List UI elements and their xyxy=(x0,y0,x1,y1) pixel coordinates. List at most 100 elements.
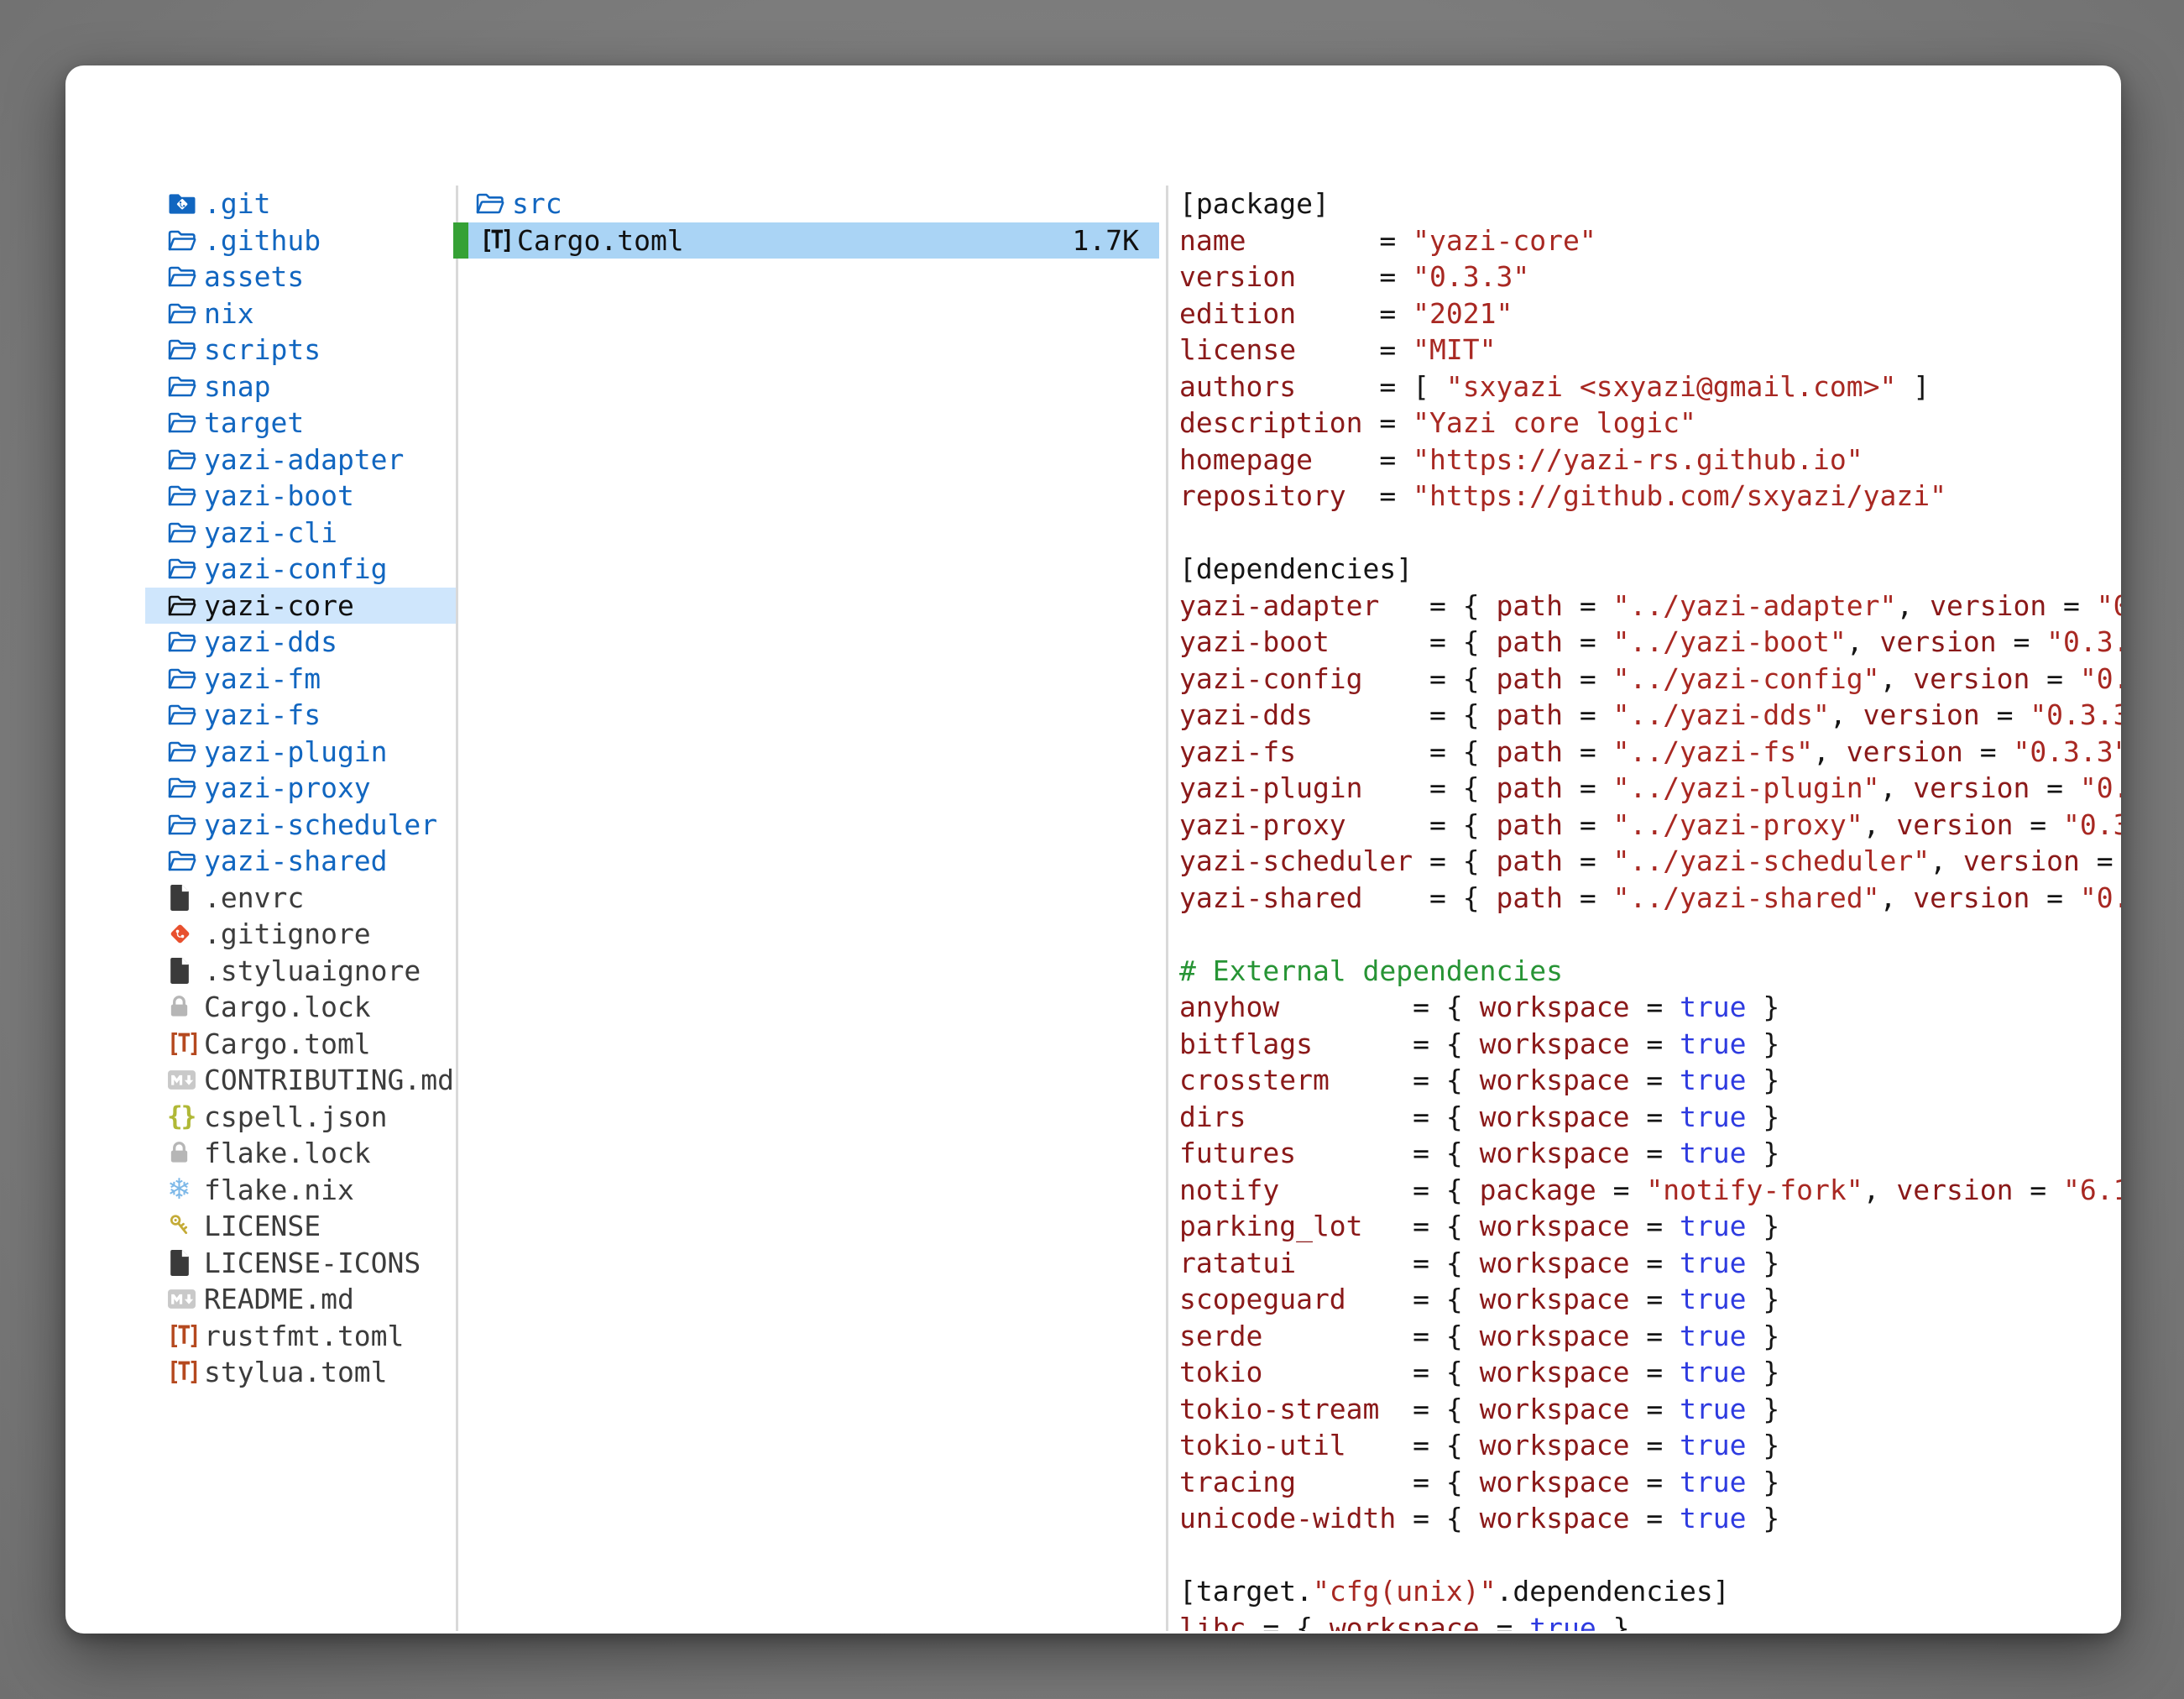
entry-name: yazi-cli xyxy=(204,515,337,552)
lock-icon xyxy=(167,994,204,1020)
preview-line: yazi-boot = { path = "../yazi-boot", ver… xyxy=(1179,624,2121,661)
file-row[interactable]: LICENSE-ICONS xyxy=(145,1245,457,1282)
preview-line: yazi-scheduler = { path = "../yazi-sched… xyxy=(1179,843,2121,880)
preview-line: bitflags = { workspace = true } xyxy=(1179,1026,2121,1063)
dir-row[interactable]: yazi-fs xyxy=(145,697,457,734)
dir-row[interactable]: yazi-core xyxy=(145,588,457,625)
entry-name: CONTRIBUTING.md xyxy=(204,1062,454,1099)
folder-icon xyxy=(167,556,204,582)
json-icon: {} xyxy=(167,1099,204,1136)
entry-name: yazi-boot xyxy=(204,478,354,515)
preview-line: scopeguard = { workspace = true } xyxy=(1179,1281,2121,1318)
preview-line: tokio-stream = { workspace = true } xyxy=(1179,1391,2121,1428)
preview-pane[interactable]: [package]name = "yazi-core"version = "0.… xyxy=(1179,186,2121,1631)
entry-name: src xyxy=(512,186,562,222)
dir-row[interactable]: scripts xyxy=(145,332,457,369)
preview-line: futures = { workspace = true } xyxy=(1179,1135,2121,1172)
git-folder-icon xyxy=(167,191,204,217)
preview-line: # External dependencies xyxy=(1179,953,2121,990)
folder-icon xyxy=(167,301,204,327)
file-row[interactable]: ❄flake.nix xyxy=(145,1172,457,1209)
preview-line: crossterm = { workspace = true } xyxy=(1179,1062,2121,1099)
file-row[interactable]: .styluaignore xyxy=(145,953,457,990)
preview-line: [target."cfg(unix)".dependencies] xyxy=(1179,1573,2121,1610)
entry-name: .git xyxy=(204,186,270,222)
dir-row[interactable]: yazi-boot xyxy=(145,478,457,515)
preview-line: name = "yazi-core" xyxy=(1179,222,2121,259)
pane-divider-right xyxy=(1166,186,1168,1631)
entry-name: rustfmt.toml xyxy=(204,1318,404,1355)
dir-row[interactable]: yazi-config xyxy=(145,551,457,588)
folder-icon xyxy=(167,702,204,728)
file-row[interactable]: LICENSE xyxy=(145,1208,457,1245)
dir-row[interactable]: yazi-shared xyxy=(145,843,457,880)
file-row[interactable]: Cargo.lock xyxy=(145,989,457,1026)
preview-line: [package] xyxy=(1179,186,2121,222)
entry-name: .github xyxy=(204,222,321,259)
dir-row[interactable]: yazi-dds xyxy=(145,624,457,661)
file-icon xyxy=(167,884,204,912)
toml-icon: [T] xyxy=(167,1354,204,1391)
preview-line: ratatui = { workspace = true } xyxy=(1179,1245,2121,1282)
dir-row[interactable]: nix xyxy=(145,295,457,332)
entry-name: Cargo.toml xyxy=(517,222,684,259)
dir-row[interactable]: .git xyxy=(145,186,457,222)
entry-name: LICENSE xyxy=(204,1208,321,1245)
preview-line: parking_lot = { workspace = true } xyxy=(1179,1208,2121,1245)
dir-row[interactable]: yazi-plugin xyxy=(145,734,457,771)
yazi-file-manager-window: .git.githubassetsnixscriptssnaptargetyaz… xyxy=(65,65,2121,1634)
toml-icon: [T] xyxy=(480,222,517,259)
entry-name: assets xyxy=(204,259,304,295)
folder-icon xyxy=(167,374,204,400)
preview-line: edition = "2021" xyxy=(1179,295,2121,332)
dir-row[interactable]: yazi-fm xyxy=(145,661,457,698)
folder-icon xyxy=(167,410,204,436)
preview-line: description = "Yazi core logic" xyxy=(1179,405,2121,442)
toml-icon: [T] xyxy=(167,1026,204,1063)
entry-name: yazi-fs xyxy=(204,697,321,734)
git-icon xyxy=(167,921,204,947)
markdown-icon xyxy=(167,1069,204,1090)
dir-row[interactable]: yazi-cli xyxy=(145,515,457,552)
file-row[interactable]: [T]stylua.toml xyxy=(145,1354,457,1391)
folder-icon xyxy=(167,666,204,692)
preview-line: yazi-dds = { path = "../yazi-dds", versi… xyxy=(1179,697,2121,734)
preview-line: tracing = { workspace = true } xyxy=(1179,1464,2121,1501)
entry-name: LICENSE-ICONS xyxy=(204,1245,421,1282)
folder-icon xyxy=(475,191,512,217)
file-row[interactable]: .gitignore xyxy=(145,916,457,953)
entry-name: .gitignore xyxy=(204,916,371,953)
file-row[interactable]: .envrc xyxy=(145,880,457,917)
file-row[interactable]: [T]Cargo.toml1.7K xyxy=(453,222,1159,259)
preview-line: [dependencies] xyxy=(1179,551,2121,588)
file-row[interactable]: [T]rustfmt.toml xyxy=(145,1318,457,1355)
folder-icon xyxy=(167,848,204,874)
entry-name: README.md xyxy=(204,1281,354,1318)
file-row[interactable]: {}cspell.json xyxy=(145,1099,457,1136)
dir-row[interactable]: .github xyxy=(145,222,457,259)
current-pane: src[T]Cargo.toml1.7K xyxy=(453,186,1159,1631)
folder-icon xyxy=(167,264,204,290)
file-row[interactable]: flake.lock xyxy=(145,1135,457,1172)
dir-row[interactable]: yazi-scheduler xyxy=(145,807,457,844)
entry-name: yazi-config xyxy=(204,551,388,588)
file-row[interactable]: README.md xyxy=(145,1281,457,1318)
key-icon xyxy=(167,1213,204,1239)
dir-row[interactable]: yazi-proxy xyxy=(145,770,457,807)
preview-line: version = "0.3.3" xyxy=(1179,259,2121,295)
preview-line xyxy=(1179,515,2121,552)
dir-row[interactable]: snap xyxy=(145,369,457,405)
entry-name: flake.lock xyxy=(204,1135,371,1172)
preview-line: yazi-fs = { path = "../yazi-fs", version… xyxy=(1179,734,2121,771)
file-row[interactable]: CONTRIBUTING.md xyxy=(145,1062,457,1099)
preview-line: authors = [ "sxyazi <sxyazi@gmail.com>" … xyxy=(1179,369,2121,405)
folder-icon xyxy=(167,739,204,765)
entry-name: yazi-plugin xyxy=(204,734,388,771)
file-row[interactable]: [T]Cargo.toml xyxy=(145,1026,457,1063)
preview-line: license = "MIT" xyxy=(1179,332,2121,369)
dir-row[interactable]: target xyxy=(145,405,457,442)
dir-row[interactable]: assets xyxy=(145,259,457,295)
folder-icon xyxy=(167,520,204,546)
dir-row[interactable]: src xyxy=(453,186,1159,222)
dir-row[interactable]: yazi-adapter xyxy=(145,442,457,478)
